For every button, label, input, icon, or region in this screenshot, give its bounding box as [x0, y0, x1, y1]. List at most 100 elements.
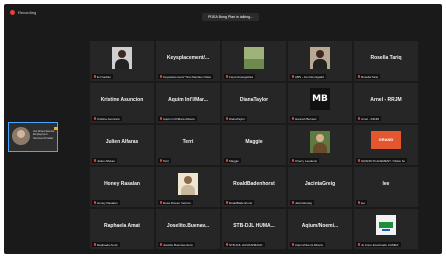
participant-video — [178, 173, 198, 195]
participant-tile[interactable]: Jo Anne Zosobrado CAMEX — [354, 209, 418, 249]
participant-name-label: Hannah Berniez — [290, 116, 319, 121]
participant-name-label: Rosella Tariq — [356, 74, 381, 79]
participant-name-label: JacintaGreig — [290, 200, 314, 205]
meeting-window: Recording PDEA Bong Plan is talking... J… — [4, 4, 442, 254]
participant-display-name: Keysplacement/... — [166, 55, 210, 61]
participant-name: Raphaela Amat — [97, 242, 118, 247]
participant-display-name: STB-DJL HUMA... — [233, 223, 275, 229]
mic-muted-icon — [358, 201, 360, 204]
grand-logo: GRAND — [371, 131, 401, 149]
participant-tile[interactable]: Fayra Evangelista — [222, 41, 286, 81]
participant-name-label: Raphaela Amat — [92, 242, 120, 247]
participant-tile[interactable]: Aquim Int'l/Mar... Aquim Int'l/Mara Alber… — [156, 83, 220, 123]
mic-muted-icon — [292, 201, 294, 204]
participant-name: Kristine Asuncion — [97, 116, 121, 121]
participant-display-name: Maggie — [245, 139, 263, 145]
participant-name-label: Keysplacement/ Tina Randies Olsso — [158, 74, 214, 79]
participant-display-name: Julien Alfaras — [105, 139, 139, 145]
participant-name: Rosa Rowen Verizon — [163, 200, 192, 205]
mic-muted-icon — [94, 201, 96, 204]
mic-muted-icon — [160, 201, 162, 204]
participant-name: Joselito.Buenaventura — [163, 242, 193, 247]
participant-name-label: Julien Alfaras — [92, 158, 117, 163]
participant-display-name: Aqium/Noemi... — [301, 223, 339, 229]
participant-display-name: RoaldBadenhorst — [233, 181, 275, 187]
mic-muted-icon — [160, 159, 162, 162]
participant-tile[interactable]: ABS - Jan Dennigadis — [288, 41, 352, 81]
mic-muted-icon — [292, 243, 294, 246]
participant-name: Maggie — [229, 158, 239, 163]
mic-muted-icon — [226, 243, 228, 246]
participant-display-name: JacintaGreig — [304, 181, 336, 187]
participant-name: Cherry Laudenio — [295, 158, 318, 163]
participant-name: Aquim Int'l/Mara Alberto — [163, 116, 195, 121]
mic-muted-icon — [358, 159, 360, 162]
participant-name-label: Rosa Rowen Verizon — [158, 200, 194, 205]
participant-name-label: lee — [356, 200, 368, 205]
participant-name: JacintaGreig — [295, 200, 312, 205]
participant-tile[interactable]: DianaTaylor DianaTaylor — [222, 83, 286, 123]
participant-tile[interactable]: Rosa Rowen Verizon — [156, 167, 220, 207]
participant-tile[interactable]: Aqium/Noemi... Aqium/Noemi Alberto — [288, 209, 352, 249]
participant-video — [244, 47, 264, 69]
participant-tile[interactable]: RoaldBadenhorst RoaldBadenhorst — [222, 167, 286, 207]
participant-name-label: Honey Rasalan — [92, 200, 120, 205]
record-icon — [10, 10, 15, 15]
participant-name: EJ Gadian — [97, 74, 112, 79]
participant-name: STB-DJL HUMAN/MANC — [229, 242, 263, 247]
participant-name-label: Aqium/Noemi Alberto — [290, 242, 326, 247]
participant-name: DianaTaylor — [229, 116, 245, 121]
participant-tile[interactable]: Cherry Laudenio — [288, 125, 352, 165]
participant-name: Honey Rasalan — [97, 200, 118, 205]
participant-display-name: Terri — [182, 139, 194, 145]
participant-tile[interactable]: Rosella Tariq Rosella Tariq — [354, 41, 418, 81]
camex-logo — [376, 215, 396, 235]
participant-tile[interactable]: Maggie Maggie — [222, 125, 286, 165]
participant-name: Fayra Evangelista — [229, 74, 254, 79]
participant-name: Hannah Berniez — [295, 116, 317, 121]
participant-name: Julien Alfaras — [97, 158, 115, 163]
mic-muted-icon — [94, 243, 96, 246]
participant-tile[interactable]: Raphaela Amat Raphaela Amat — [90, 209, 154, 249]
participant-name: Rosella Tariq — [361, 74, 379, 79]
self-view-tile[interactable]: Jan Abrea Serenio Employment Services Pr… — [8, 122, 58, 152]
participant-display-name: lee — [382, 181, 390, 187]
recording-label: Recording — [18, 10, 37, 15]
participant-name-label: Cherry Laudenio — [290, 158, 320, 163]
participant-tile[interactable]: EJ Gadian — [90, 41, 154, 81]
participant-tile[interactable]: Terri Terri — [156, 125, 220, 165]
participant-display-name: Kristine Asuncion — [100, 97, 144, 103]
participant-name: GRAND PLACEMENT / Marie Su — [361, 158, 406, 163]
participant-name-label: Fayra Evangelista — [224, 74, 256, 79]
participant-display-name: DianaTaylor — [239, 97, 269, 103]
mic-muted-icon — [94, 159, 96, 162]
mic-muted-icon — [358, 75, 360, 78]
participant-tile[interactable]: STB-DJL HUMA... STB-DJL HUMAN/MANC — [222, 209, 286, 249]
mic-muted-icon — [358, 117, 360, 120]
mic-muted-icon — [94, 117, 96, 120]
participant-name-label: Joselito.Buenaventura — [158, 242, 195, 247]
mb-logo: MB — [310, 88, 330, 110]
participant-tile[interactable]: lee lee — [354, 167, 418, 207]
participant-name-label: Terri — [158, 158, 171, 163]
participant-tile[interactable]: Kristine Asuncion Kristine Asuncion — [90, 83, 154, 123]
mic-muted-icon — [160, 117, 162, 120]
participant-name: RoaldBadenhorst — [229, 200, 253, 205]
participant-tile[interactable]: GRAND GRAND PLACEMENT / Marie Su — [354, 125, 418, 165]
participant-name: Jo Anne Zosobrado CAMEX — [361, 242, 399, 247]
participant-name: Aqium/Noemi Alberto — [295, 242, 324, 247]
participant-display-name: Raphaela Amat — [104, 223, 140, 229]
participant-tile[interactable]: Honey Rasalan Honey Rasalan — [90, 167, 154, 207]
participant-tile[interactable]: Arnel - RRJM Arnel - RRJM — [354, 83, 418, 123]
participant-grid: EJ Gadian Keysplacement/... Keysplacement/… — [90, 41, 418, 249]
participant-name-label: GRAND PLACEMENT / Marie Su — [356, 158, 408, 163]
participant-tile[interactable]: MB Hannah Berniez — [288, 83, 352, 123]
participant-tile[interactable]: JacintaGreig JacintaGreig — [288, 167, 352, 207]
participant-name-label: Maggie — [224, 158, 241, 163]
participant-tile[interactable]: Joselito.Buenav... Joselito.Buenaventura — [156, 209, 220, 249]
participant-tile[interactable]: Keysplacement/... Keysplacement/ Tina Ran… — [156, 41, 220, 81]
recording-indicator[interactable]: Recording — [10, 10, 36, 15]
participant-tile[interactable]: Julien Alfaras Julien Alfaras — [90, 125, 154, 165]
mic-muted-icon — [226, 75, 228, 78]
participant-name-label: Arnel - RRJM — [356, 116, 382, 121]
